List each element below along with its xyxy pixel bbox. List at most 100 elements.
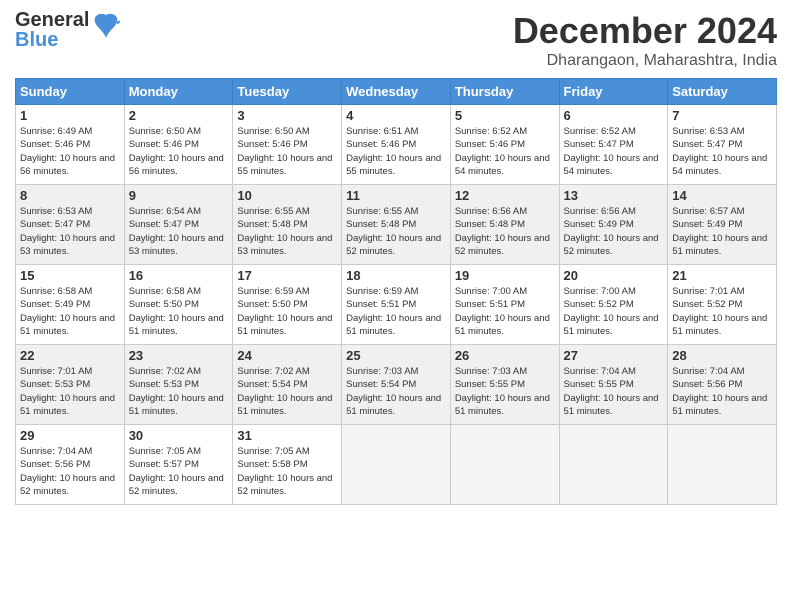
table-row: 13 Sunrise: 6:56 AMSunset: 5:49 PMDayligh…: [559, 185, 668, 265]
day-number: 3: [237, 108, 337, 123]
col-sunday: Sunday: [16, 79, 125, 105]
table-row: 25 Sunrise: 7:03 AMSunset: 5:54 PMDayligh…: [342, 345, 451, 425]
col-friday: Friday: [559, 79, 668, 105]
day-info: Sunrise: 6:58 AMSunset: 5:50 PMDaylight:…: [129, 285, 229, 338]
day-number: 6: [564, 108, 664, 123]
day-info: Sunrise: 6:50 AMSunset: 5:46 PMDaylight:…: [129, 125, 229, 178]
table-row: 12Sunrise: 6:56 AMSunset: 5:48 PMDayligh…: [450, 185, 559, 265]
table-row: 4 Sunrise: 6:51 AMSunset: 5:46 PMDaylight…: [342, 105, 451, 185]
table-row: 26 Sunrise: 7:03 AMSunset: 5:55 PMDayligh…: [450, 345, 559, 425]
day-number: 16: [129, 268, 229, 283]
table-row: 22 Sunrise: 7:01 AMSunset: 5:53 PMDayligh…: [16, 345, 125, 425]
day-number: 25: [346, 348, 446, 363]
table-row: 21Sunrise: 7:01 AMSunset: 5:52 PMDayligh…: [668, 265, 777, 345]
day-info: Sunrise: 6:50 AMSunset: 5:46 PMDaylight:…: [237, 125, 337, 178]
day-info: Sunrise: 7:04 AMSunset: 5:56 PMDaylight:…: [20, 445, 120, 498]
col-tuesday: Tuesday: [233, 79, 342, 105]
table-row: 27 Sunrise: 7:04 AMSunset: 5:55 PMDayligh…: [559, 345, 668, 425]
day-number: 9: [129, 188, 229, 203]
day-info: Sunrise: 6:49 AMSunset: 5:46 PMDaylight:…: [20, 125, 120, 178]
col-monday: Monday: [124, 79, 233, 105]
main-container: General Blue December 2024 Dharangaon, M…: [0, 0, 792, 510]
logo-general: General: [15, 10, 89, 30]
table-row: 2Sunrise: 6:50 AMSunset: 5:46 PMDaylight…: [124, 105, 233, 185]
calendar-table: Sunday Monday Tuesday Wednesday Thursday…: [15, 78, 777, 505]
table-row: 8Sunrise: 6:53 AMSunset: 5:47 PMDaylight…: [16, 185, 125, 265]
day-info: Sunrise: 6:52 AMSunset: 5:47 PMDaylight:…: [564, 125, 664, 178]
day-info: Sunrise: 6:52 AMSunset: 5:46 PMDaylight:…: [455, 125, 555, 178]
day-number: 14: [672, 188, 772, 203]
day-info: Sunrise: 6:57 AMSunset: 5:49 PMDaylight:…: [672, 205, 772, 258]
day-number: 19: [455, 268, 555, 283]
calendar-week-row: 22 Sunrise: 7:01 AMSunset: 5:53 PMDayligh…: [16, 345, 777, 425]
day-info: Sunrise: 7:02 AMSunset: 5:53 PMDaylight:…: [129, 365, 229, 418]
table-row: 5 Sunrise: 6:52 AMSunset: 5:46 PMDaylight…: [450, 105, 559, 185]
table-row: 10Sunrise: 6:55 AMSunset: 5:48 PMDayligh…: [233, 185, 342, 265]
day-info: Sunrise: 7:04 AMSunset: 5:55 PMDaylight:…: [564, 365, 664, 418]
calendar-week-row: 15 Sunrise: 6:58 AMSunset: 5:49 PMDayligh…: [16, 265, 777, 345]
day-number: 17: [237, 268, 337, 283]
table-row: [559, 425, 668, 505]
title-section: December 2024 Dharangaon, Maharashtra, I…: [513, 10, 777, 70]
day-number: 13: [564, 188, 664, 203]
day-number: 11: [346, 188, 446, 203]
day-number: 30: [129, 428, 229, 443]
table-row: 28 Sunrise: 7:04 AMSunset: 5:56 PMDayligh…: [668, 345, 777, 425]
table-row: 16 Sunrise: 6:58 AMSunset: 5:50 PMDayligh…: [124, 265, 233, 345]
day-number: 15: [20, 268, 120, 283]
day-number: 4: [346, 108, 446, 123]
col-thursday: Thursday: [450, 79, 559, 105]
table-row: 18 Sunrise: 6:59 AMSunset: 5:51 PMDayligh…: [342, 265, 451, 345]
day-info: Sunrise: 7:05 AMSunset: 5:57 PMDaylight:…: [129, 445, 229, 498]
day-number: 31: [237, 428, 337, 443]
day-info: Sunrise: 6:53 AMSunset: 5:47 PMDaylight:…: [672, 125, 772, 178]
day-info: Sunrise: 7:03 AMSunset: 5:54 PMDaylight:…: [346, 365, 446, 418]
table-row: [342, 425, 451, 505]
table-row: 15 Sunrise: 6:58 AMSunset: 5:49 PMDayligh…: [16, 265, 125, 345]
day-number: 18: [346, 268, 446, 283]
day-info: Sunrise: 6:53 AMSunset: 5:47 PMDaylight:…: [20, 205, 120, 258]
day-number: 22: [20, 348, 120, 363]
table-row: 6 Sunrise: 6:52 AMSunset: 5:47 PMDaylight…: [559, 105, 668, 185]
day-info: Sunrise: 7:01 AMSunset: 5:53 PMDaylight:…: [20, 365, 120, 418]
table-row: 3 Sunrise: 6:50 AMSunset: 5:46 PMDaylight…: [233, 105, 342, 185]
day-number: 20: [564, 268, 664, 283]
table-row: 17Sunrise: 6:59 AMSunset: 5:50 PMDayligh…: [233, 265, 342, 345]
header: General Blue December 2024 Dharangaon, M…: [15, 10, 777, 70]
day-info: Sunrise: 6:51 AMSunset: 5:46 PMDaylight:…: [346, 125, 446, 178]
calendar-week-row: 1Sunrise: 6:49 AMSunset: 5:46 PMDaylight…: [16, 105, 777, 185]
day-info: Sunrise: 7:03 AMSunset: 5:55 PMDaylight:…: [455, 365, 555, 418]
day-info: Sunrise: 6:54 AMSunset: 5:47 PMDaylight:…: [129, 205, 229, 258]
table-row: 1Sunrise: 6:49 AMSunset: 5:46 PMDaylight…: [16, 105, 125, 185]
day-number: 26: [455, 348, 555, 363]
day-info: Sunrise: 6:58 AMSunset: 5:49 PMDaylight:…: [20, 285, 120, 338]
table-row: 24Sunrise: 7:02 AMSunset: 5:54 PMDayligh…: [233, 345, 342, 425]
table-row: 29 Sunrise: 7:04 AMSunset: 5:56 PMDayligh…: [16, 425, 125, 505]
day-info: Sunrise: 7:05 AMSunset: 5:58 PMDaylight:…: [237, 445, 337, 498]
col-wednesday: Wednesday: [342, 79, 451, 105]
day-info: Sunrise: 7:00 AMSunset: 5:51 PMDaylight:…: [455, 285, 555, 338]
day-number: 28: [672, 348, 772, 363]
day-info: Sunrise: 7:00 AMSunset: 5:52 PMDaylight:…: [564, 285, 664, 338]
day-info: Sunrise: 7:04 AMSunset: 5:56 PMDaylight:…: [672, 365, 772, 418]
table-row: 31 Sunrise: 7:05 AMSunset: 5:58 PMDayligh…: [233, 425, 342, 505]
table-row: 11Sunrise: 6:55 AMSunset: 5:48 PMDayligh…: [342, 185, 451, 265]
day-number: 5: [455, 108, 555, 123]
day-number: 29: [20, 428, 120, 443]
day-number: 21: [672, 268, 772, 283]
calendar-week-row: 29 Sunrise: 7:04 AMSunset: 5:56 PMDayligh…: [16, 425, 777, 505]
day-info: Sunrise: 7:02 AMSunset: 5:54 PMDaylight:…: [237, 365, 337, 418]
table-row: [450, 425, 559, 505]
day-number: 7: [672, 108, 772, 123]
col-saturday: Saturday: [668, 79, 777, 105]
table-row: 9 Sunrise: 6:54 AMSunset: 5:47 PMDaylight…: [124, 185, 233, 265]
logo-blue: Blue: [15, 30, 89, 50]
table-row: 30 Sunrise: 7:05 AMSunset: 5:57 PMDayligh…: [124, 425, 233, 505]
table-row: 19 Sunrise: 7:00 AMSunset: 5:51 PMDayligh…: [450, 265, 559, 345]
day-info: Sunrise: 6:56 AMSunset: 5:49 PMDaylight:…: [564, 205, 664, 258]
day-number: 27: [564, 348, 664, 363]
day-info: Sunrise: 6:59 AMSunset: 5:51 PMDaylight:…: [346, 285, 446, 338]
table-row: 14 Sunrise: 6:57 AMSunset: 5:49 PMDayligh…: [668, 185, 777, 265]
day-number: 12: [455, 188, 555, 203]
table-row: 20 Sunrise: 7:00 AMSunset: 5:52 PMDayligh…: [559, 265, 668, 345]
